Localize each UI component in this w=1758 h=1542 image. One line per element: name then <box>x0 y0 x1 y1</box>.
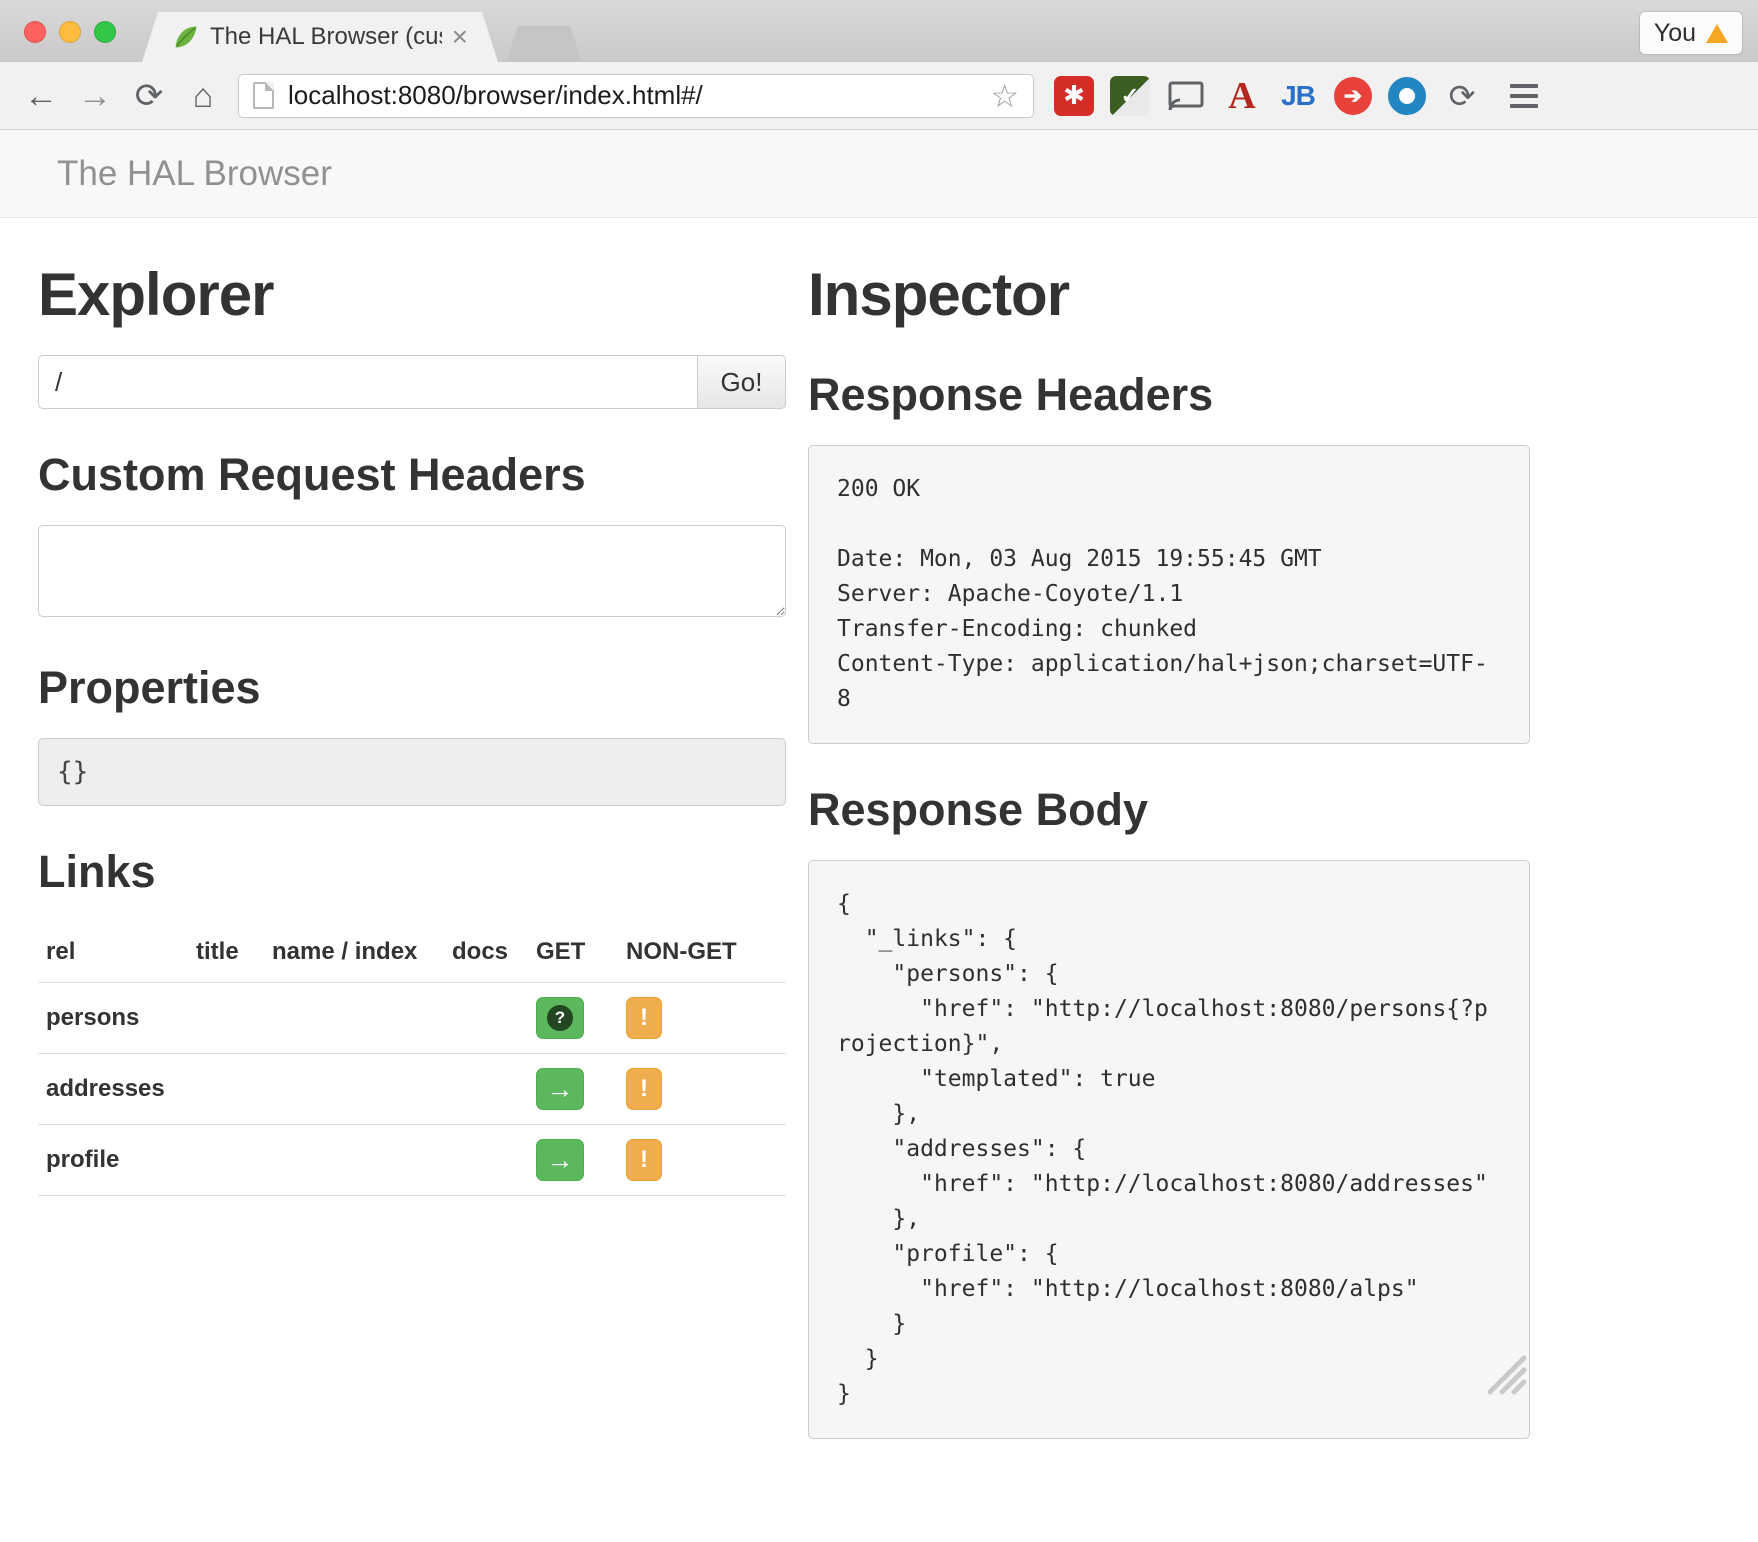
response-body-title: Response Body <box>808 784 1530 836</box>
links-header-name: name / index <box>264 922 444 983</box>
home-button[interactable]: ⌂ <box>180 73 226 119</box>
exclamation-icon: ! <box>640 1004 648 1032</box>
reload-button[interactable]: ⟳ <box>126 73 172 119</box>
custom-headers-textarea[interactable] <box>38 525 786 617</box>
letter-a-icon[interactable]: A <box>1222 76 1262 116</box>
extensions-row: ✱ ✓ A JB ➔ ⟳ <box>1054 76 1482 116</box>
brand-title: The HAL Browser <box>57 154 332 194</box>
get-button[interactable]: ? <box>536 997 584 1039</box>
back-button[interactable]: ← <box>18 73 64 119</box>
page-icon <box>253 82 274 109</box>
get-button[interactable]: → <box>536 1068 584 1110</box>
blue-circle-icon[interactable] <box>1388 77 1426 115</box>
response-body: { "_links": { "persons": { "href": "http… <box>808 860 1530 1439</box>
non-get-button[interactable]: ! <box>626 1068 662 1110</box>
custom-headers-title: Custom Request Headers <box>38 449 786 501</box>
close-window-button[interactable] <box>24 21 46 43</box>
question-circle-icon: ? <box>547 1005 573 1031</box>
arrow-right-icon: → <box>547 1076 574 1103</box>
tab-title: The HAL Browser (customiz <box>210 23 442 51</box>
link-rel: persons <box>38 983 188 1054</box>
table-row: persons ? ! <box>38 983 786 1054</box>
links-header-nonget: NON-GET <box>618 922 786 983</box>
link-rel: profile <box>38 1125 188 1196</box>
arrow-right-icon: → <box>547 1147 574 1174</box>
inspector-title: Inspector <box>808 260 1530 329</box>
explorer-address-input[interactable] <box>38 355 698 409</box>
links-title: Links <box>38 846 786 898</box>
cast-icon[interactable] <box>1166 76 1206 116</box>
go-button[interactable]: Go! <box>698 355 786 409</box>
properties-value <box>38 738 786 806</box>
bookmark-star-icon[interactable]: ☆ <box>990 77 1019 115</box>
spring-leaf-favicon <box>172 23 200 51</box>
table-row: profile → ! <box>38 1125 786 1196</box>
menu-icon[interactable] <box>1504 78 1544 114</box>
jetbrains-icon[interactable]: JB <box>1278 76 1318 116</box>
url-text[interactable]: localhost:8080/browser/index.html#/ <box>288 80 976 111</box>
browser-toolbar: ← → ⟳ ⌂ localhost:8080/browser/index.htm… <box>0 62 1758 130</box>
link-rel: addresses <box>38 1054 188 1125</box>
links-header-title: title <box>188 922 264 983</box>
non-get-button[interactable]: ! <box>626 997 662 1039</box>
history-icon[interactable]: ⟳ <box>1442 76 1482 116</box>
warning-icon <box>1706 24 1728 43</box>
get-button[interactable]: → <box>536 1139 584 1181</box>
inspector-panel: Inspector Response Headers 200 OK Date: … <box>808 218 1530 1439</box>
profile-label: You <box>1654 19 1696 48</box>
explorer-panel: Explorer Go! Custom Request Headers Prop… <box>38 218 786 1439</box>
exclamation-icon: ! <box>640 1075 648 1103</box>
tab-close-icon[interactable]: × <box>452 23 468 51</box>
profile-button[interactable]: You <box>1640 12 1742 54</box>
tab-strip: The HAL Browser (customiz × You <box>0 0 1758 62</box>
minimize-window-button[interactable] <box>59 21 81 43</box>
explorer-title: Explorer <box>38 260 786 329</box>
browser-tab[interactable]: The HAL Browser (customiz × <box>142 12 498 62</box>
forward-button[interactable]: → <box>72 73 118 119</box>
links-header-rel: rel <box>38 922 188 983</box>
links-header-get: GET <box>528 922 618 983</box>
checker-icon[interactable]: ✓ <box>1110 76 1150 116</box>
resize-grip-icon[interactable] <box>1482 1350 1528 1401</box>
address-bar[interactable]: localhost:8080/browser/index.html#/ ☆ <box>238 74 1034 118</box>
red-badge-icon[interactable]: ➔ <box>1334 77 1372 115</box>
window-controls <box>24 21 116 43</box>
links-header-docs: docs <box>444 922 528 983</box>
properties-title: Properties <box>38 662 786 714</box>
links-table: rel title name / index docs GET NON-GET … <box>38 922 786 1196</box>
zoom-window-button[interactable] <box>94 21 116 43</box>
non-get-button[interactable]: ! <box>626 1139 662 1181</box>
exclamation-icon: ! <box>640 1146 648 1174</box>
new-tab-button[interactable] <box>506 26 582 62</box>
lastpass-icon[interactable]: ✱ <box>1054 76 1094 116</box>
site-header: The HAL Browser <box>0 130 1758 218</box>
response-headers-title: Response Headers <box>808 369 1530 421</box>
response-headers: 200 OK Date: Mon, 03 Aug 2015 19:55:45 G… <box>808 445 1530 744</box>
table-row: addresses → ! <box>38 1054 786 1125</box>
